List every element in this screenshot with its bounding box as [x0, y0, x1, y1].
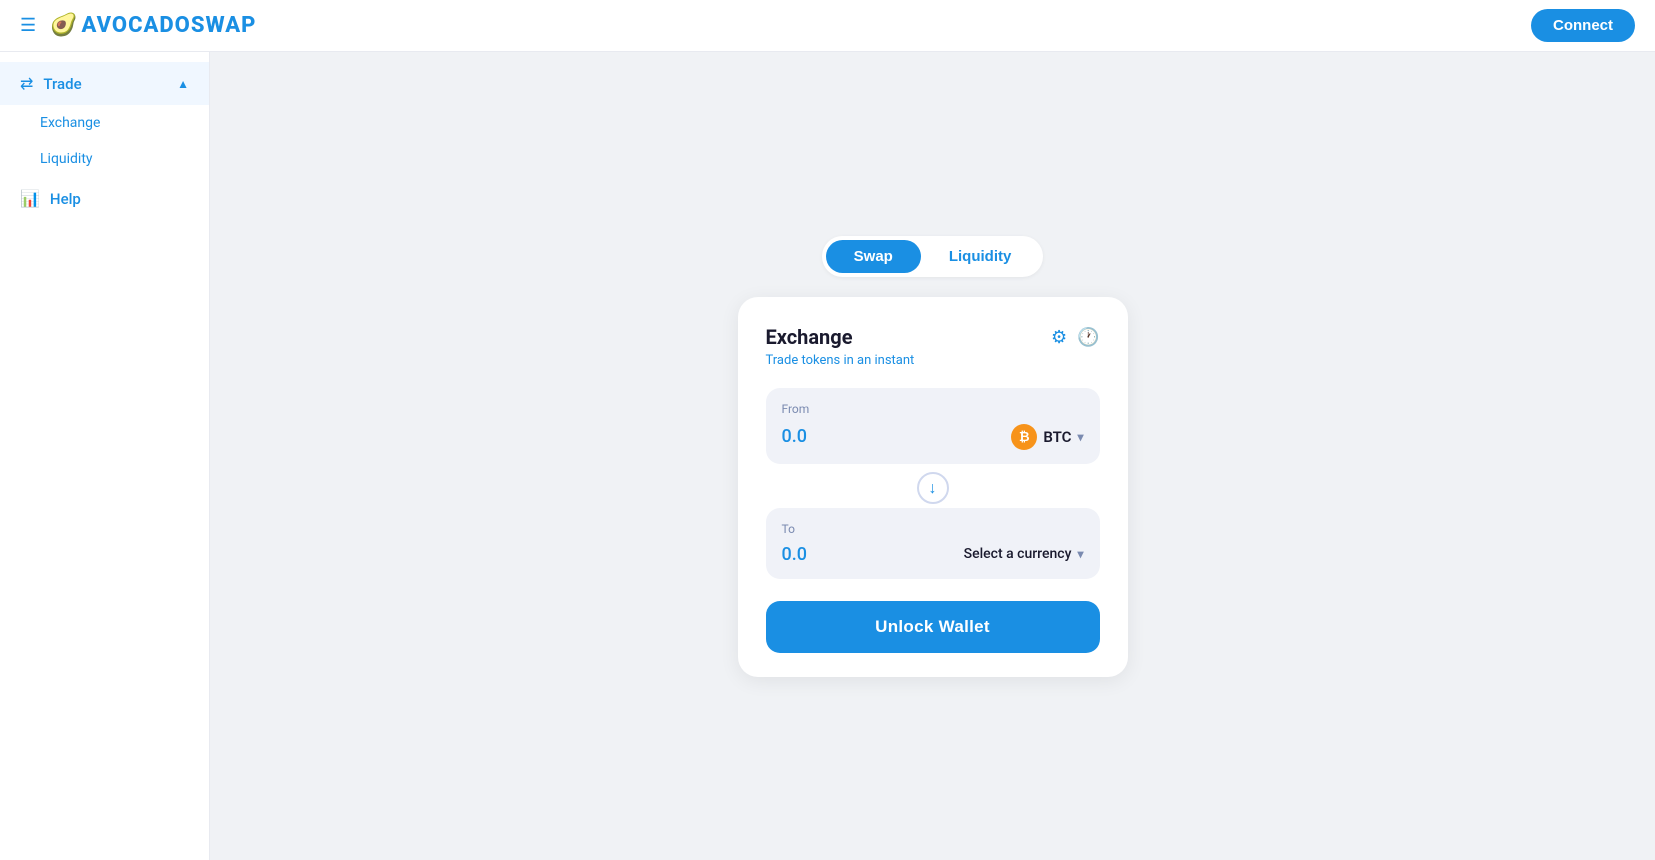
- hamburger-icon[interactable]: ☰: [20, 15, 36, 36]
- logo-text: AVOCADOSWAP: [82, 13, 257, 38]
- sidebar-liquidity-label: Liquidity: [40, 151, 93, 167]
- from-token-chevron: ▾: [1077, 430, 1083, 444]
- from-row: ₿ BTC ▾: [782, 424, 1084, 450]
- card-title: Exchange: [766, 325, 915, 349]
- sidebar-item-help-label: Help: [50, 190, 81, 208]
- history-icon-button[interactable]: 🕐: [1077, 327, 1099, 348]
- sidebar-item-exchange[interactable]: Exchange: [0, 105, 209, 141]
- sidebar-item-trade-label: Trade: [43, 75, 81, 93]
- help-icon: 📊: [20, 189, 40, 208]
- unlock-wallet-button[interactable]: Unlock Wallet: [766, 601, 1100, 653]
- sidebar-item-help[interactable]: 📊 Help: [0, 177, 209, 220]
- from-token-box: From ₿ BTC ▾: [766, 388, 1100, 464]
- card-title-group: Exchange Trade tokens in an instant: [766, 325, 915, 368]
- from-amount-input[interactable]: [782, 426, 902, 447]
- to-label: To: [782, 522, 1084, 536]
- swap-direction-button[interactable]: ↓: [917, 472, 949, 504]
- sidebar: ⇄ Trade ▲ Exchange Liquidity 📊 Help: [0, 52, 210, 860]
- from-label: From: [782, 402, 1084, 416]
- select-currency-label: Select a currency: [964, 546, 1072, 562]
- logo: 🥑 AVOCADOSWAP: [50, 13, 256, 38]
- swap-arrow-wrapper: ↓: [766, 468, 1100, 508]
- card-header: Exchange Trade tokens in an instant ⚙ 🕐: [766, 325, 1100, 368]
- to-amount-input[interactable]: [782, 544, 902, 565]
- sidebar-exchange-label: Exchange: [40, 115, 100, 131]
- to-token-box: To Select a currency ▾: [766, 508, 1100, 579]
- card-subtitle: Trade tokens in an instant: [766, 353, 915, 368]
- main-layout: ⇄ Trade ▲ Exchange Liquidity 📊 Help Swap…: [0, 52, 1655, 860]
- tab-liquidity[interactable]: Liquidity: [921, 240, 1040, 273]
- to-token-selector[interactable]: Select a currency ▾: [964, 546, 1084, 562]
- to-token-chevron: ▾: [1077, 547, 1083, 561]
- logo-icon: 🥑: [50, 13, 77, 38]
- btc-icon: ₿: [1011, 424, 1037, 450]
- from-token-selector[interactable]: ₿ BTC ▾: [1011, 424, 1083, 450]
- tab-group: Swap Liquidity: [822, 236, 1044, 277]
- settings-icon-button[interactable]: ⚙: [1051, 327, 1067, 348]
- to-row: Select a currency ▾: [782, 544, 1084, 565]
- navbar: ☰ 🥑 AVOCADOSWAP Connect: [0, 0, 1655, 52]
- main-content: Swap Liquidity Exchange Trade tokens in …: [210, 52, 1655, 860]
- card-icons: ⚙ 🕐: [1051, 327, 1100, 348]
- exchange-card: Exchange Trade tokens in an instant ⚙ 🕐 …: [738, 297, 1128, 677]
- connect-button[interactable]: Connect: [1531, 9, 1635, 42]
- sidebar-item-liquidity[interactable]: Liquidity: [0, 141, 209, 177]
- chevron-up-icon: ▲: [177, 77, 189, 91]
- trade-icon: ⇄: [20, 74, 33, 93]
- sidebar-item-trade[interactable]: ⇄ Trade ▲: [0, 62, 209, 105]
- tab-swap[interactable]: Swap: [826, 240, 921, 273]
- navbar-left: ☰ 🥑 AVOCADOSWAP: [20, 13, 256, 38]
- from-token-label: BTC: [1043, 428, 1071, 446]
